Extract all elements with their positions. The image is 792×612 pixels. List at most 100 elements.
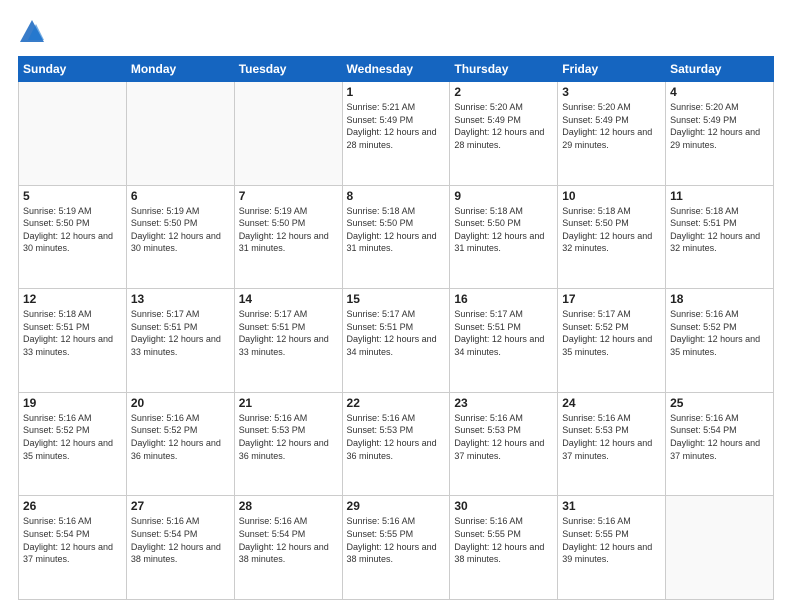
day-number: 10	[562, 189, 661, 203]
cell-info: Sunrise: 5:18 AMSunset: 5:50 PMDaylight:…	[562, 205, 661, 255]
day-number: 31	[562, 499, 661, 513]
day-number: 17	[562, 292, 661, 306]
calendar-cell: 17 Sunrise: 5:17 AMSunset: 5:52 PMDayligh…	[558, 289, 666, 393]
day-of-week-header: Monday	[126, 57, 234, 82]
calendar-cell: 2Sunrise: 5:20 AMSunset: 5:49 PMDaylight…	[450, 82, 558, 186]
cell-info: Sunrise: 5:16 AMSunset: 5:55 PMDaylight:…	[562, 515, 661, 565]
calendar-cell: 4 Sunrise: 5:20 AMSunset: 5:49 PMDaylight…	[666, 82, 774, 186]
cell-info: Sunrise: 5:17 AMSunset: 5:52 PMDaylight:…	[562, 308, 661, 358]
calendar-header-row: SundayMondayTuesdayWednesdayThursdayFrid…	[19, 57, 774, 82]
day-number: 7	[239, 189, 338, 203]
calendar-cell: 24Sunrise: 5:16 AMSunset: 5:53 PMDayligh…	[558, 392, 666, 496]
calendar-cell: 11 Sunrise: 5:18 AMSunset: 5:51 PMDayligh…	[666, 185, 774, 289]
cell-info: Sunrise: 5:16 AMSunset: 5:55 PMDaylight:…	[347, 515, 446, 565]
cell-info: Sunrise: 5:17 AMSunset: 5:51 PMDaylight:…	[347, 308, 446, 358]
cell-info: Sunrise: 5:17 AMSunset: 5:51 PMDaylight:…	[454, 308, 553, 358]
day-number: 9	[454, 189, 553, 203]
calendar-cell	[234, 82, 342, 186]
calendar-cell: 6 Sunrise: 5:19 AMSunset: 5:50 PMDaylight…	[126, 185, 234, 289]
day-number: 3	[562, 85, 661, 99]
calendar-cell: 9Sunrise: 5:18 AMSunset: 5:50 PMDaylight…	[450, 185, 558, 289]
calendar-week-row: 12Sunrise: 5:18 AMSunset: 5:51 PMDayligh…	[19, 289, 774, 393]
cell-info: Sunrise: 5:20 AMSunset: 5:49 PMDaylight:…	[562, 101, 661, 151]
cell-info: Sunrise: 5:17 AMSunset: 5:51 PMDaylight:…	[239, 308, 338, 358]
day-number: 20	[131, 396, 230, 410]
cell-info: Sunrise: 5:16 AMSunset: 5:53 PMDaylight:…	[454, 412, 553, 462]
cell-info: Sunrise: 5:18 AMSunset: 5:51 PMDaylight:…	[670, 205, 769, 255]
day-of-week-header: Friday	[558, 57, 666, 82]
calendar-cell: 12Sunrise: 5:18 AMSunset: 5:51 PMDayligh…	[19, 289, 127, 393]
day-of-week-header: Thursday	[450, 57, 558, 82]
day-number: 30	[454, 499, 553, 513]
day-number: 8	[347, 189, 446, 203]
cell-info: Sunrise: 5:21 AMSunset: 5:49 PMDaylight:…	[347, 101, 446, 151]
day-number: 28	[239, 499, 338, 513]
cell-info: Sunrise: 5:16 AMSunset: 5:52 PMDaylight:…	[131, 412, 230, 462]
day-number: 21	[239, 396, 338, 410]
day-number: 15	[347, 292, 446, 306]
calendar-cell: 20 Sunrise: 5:16 AMSunset: 5:52 PMDayligh…	[126, 392, 234, 496]
calendar-cell: 5 Sunrise: 5:19 AMSunset: 5:50 PMDaylight…	[19, 185, 127, 289]
day-number: 1	[347, 85, 446, 99]
day-number: 25	[670, 396, 769, 410]
calendar-cell	[666, 496, 774, 600]
cell-info: Sunrise: 5:19 AMSunset: 5:50 PMDaylight:…	[131, 205, 230, 255]
day-number: 6	[131, 189, 230, 203]
day-number: 22	[347, 396, 446, 410]
day-number: 19	[23, 396, 122, 410]
calendar-cell	[126, 82, 234, 186]
calendar-cell: 16 Sunrise: 5:17 AMSunset: 5:51 PMDayligh…	[450, 289, 558, 393]
day-of-week-header: Tuesday	[234, 57, 342, 82]
calendar-table: SundayMondayTuesdayWednesdayThursdayFrid…	[18, 56, 774, 600]
day-number: 13	[131, 292, 230, 306]
calendar-week-row: 19 Sunrise: 5:16 AMSunset: 5:52 PMDayligh…	[19, 392, 774, 496]
cell-info: Sunrise: 5:17 AMSunset: 5:51 PMDaylight:…	[131, 308, 230, 358]
calendar-cell: 22Sunrise: 5:16 AMSunset: 5:53 PMDayligh…	[342, 392, 450, 496]
day-number: 4	[670, 85, 769, 99]
cell-info: Sunrise: 5:16 AMSunset: 5:54 PMDaylight:…	[23, 515, 122, 565]
cell-info: Sunrise: 5:19 AMSunset: 5:50 PMDaylight:…	[239, 205, 338, 255]
cell-info: Sunrise: 5:16 AMSunset: 5:55 PMDaylight:…	[454, 515, 553, 565]
calendar-cell: 7 Sunrise: 5:19 AMSunset: 5:50 PMDaylight…	[234, 185, 342, 289]
cell-info: Sunrise: 5:16 AMSunset: 5:54 PMDaylight:…	[239, 515, 338, 565]
day-number: 16	[454, 292, 553, 306]
calendar-cell: 3 Sunrise: 5:20 AMSunset: 5:49 PMDaylight…	[558, 82, 666, 186]
calendar-cell: 25 Sunrise: 5:16 AMSunset: 5:54 PMDayligh…	[666, 392, 774, 496]
day-of-week-header: Wednesday	[342, 57, 450, 82]
calendar-cell: 30 Sunrise: 5:16 AMSunset: 5:55 PMDayligh…	[450, 496, 558, 600]
day-number: 23	[454, 396, 553, 410]
calendar-cell	[19, 82, 127, 186]
cell-info: Sunrise: 5:18 AMSunset: 5:50 PMDaylight:…	[347, 205, 446, 255]
calendar-cell: 28 Sunrise: 5:16 AMSunset: 5:54 PMDayligh…	[234, 496, 342, 600]
day-number: 5	[23, 189, 122, 203]
cell-info: Sunrise: 5:16 AMSunset: 5:52 PMDaylight:…	[23, 412, 122, 462]
cell-info: Sunrise: 5:19 AMSunset: 5:50 PMDaylight:…	[23, 205, 122, 255]
calendar-cell: 1 Sunrise: 5:21 AMSunset: 5:49 PMDaylight…	[342, 82, 450, 186]
calendar-cell: 26 Sunrise: 5:16 AMSunset: 5:54 PMDayligh…	[19, 496, 127, 600]
cell-info: Sunrise: 5:16 AMSunset: 5:53 PMDaylight:…	[239, 412, 338, 462]
cell-info: Sunrise: 5:20 AMSunset: 5:49 PMDaylight:…	[670, 101, 769, 151]
calendar-cell: 27Sunrise: 5:16 AMSunset: 5:54 PMDayligh…	[126, 496, 234, 600]
day-of-week-header: Sunday	[19, 57, 127, 82]
day-number: 29	[347, 499, 446, 513]
calendar-cell: 31 Sunrise: 5:16 AMSunset: 5:55 PMDayligh…	[558, 496, 666, 600]
day-number: 14	[239, 292, 338, 306]
logo-icon	[18, 18, 46, 46]
day-number: 26	[23, 499, 122, 513]
calendar-cell: 18 Sunrise: 5:16 AMSunset: 5:52 PMDayligh…	[666, 289, 774, 393]
calendar-week-row: 26 Sunrise: 5:16 AMSunset: 5:54 PMDayligh…	[19, 496, 774, 600]
calendar-cell: 29 Sunrise: 5:16 AMSunset: 5:55 PMDayligh…	[342, 496, 450, 600]
cell-info: Sunrise: 5:16 AMSunset: 5:52 PMDaylight:…	[670, 308, 769, 358]
cell-info: Sunrise: 5:16 AMSunset: 5:54 PMDaylight:…	[670, 412, 769, 462]
calendar-cell: 21 Sunrise: 5:16 AMSunset: 5:53 PMDayligh…	[234, 392, 342, 496]
calendar-cell: 23 Sunrise: 5:16 AMSunset: 5:53 PMDayligh…	[450, 392, 558, 496]
calendar-cell: 10 Sunrise: 5:18 AMSunset: 5:50 PMDayligh…	[558, 185, 666, 289]
cell-info: Sunrise: 5:18 AMSunset: 5:51 PMDaylight:…	[23, 308, 122, 358]
day-of-week-header: Saturday	[666, 57, 774, 82]
calendar-cell: 15 Sunrise: 5:17 AMSunset: 5:51 PMDayligh…	[342, 289, 450, 393]
cell-info: Sunrise: 5:16 AMSunset: 5:54 PMDaylight:…	[131, 515, 230, 565]
day-number: 18	[670, 292, 769, 306]
day-number: 2	[454, 85, 553, 99]
header	[18, 18, 774, 46]
day-number: 11	[670, 189, 769, 203]
